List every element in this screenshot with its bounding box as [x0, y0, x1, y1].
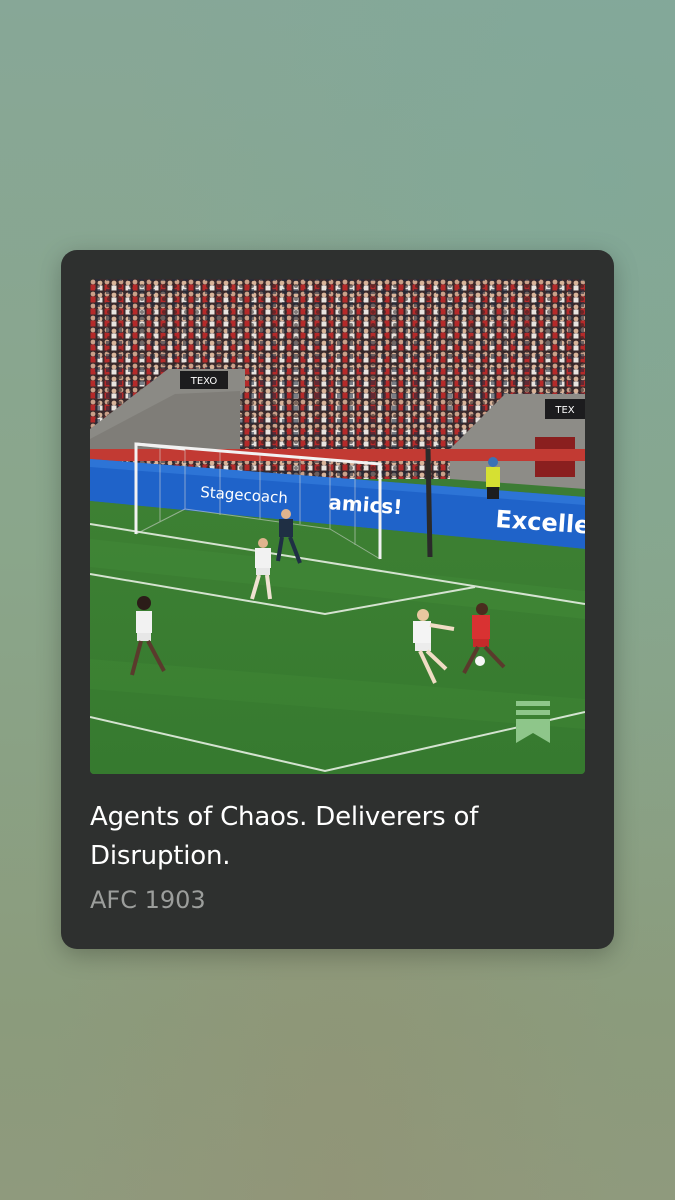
football-match-photo: TEXO TEX Stagecoach amics! Excelle — [90, 279, 585, 774]
post-image[interactable]: TEXO TEX Stagecoach amics! Excelle — [90, 279, 585, 774]
stand-sign-left: TEXO — [190, 376, 218, 387]
bookmark-icon[interactable] — [514, 699, 552, 745]
post-author: AFC 1903 — [90, 886, 206, 914]
stand-sign-right: TEX — [554, 405, 574, 416]
post-card[interactable]: TEXO TEX Stagecoach amics! Excelle Agent… — [61, 250, 614, 949]
post-title: Agents of Chaos. Deliverers of Disruptio… — [90, 802, 479, 871]
